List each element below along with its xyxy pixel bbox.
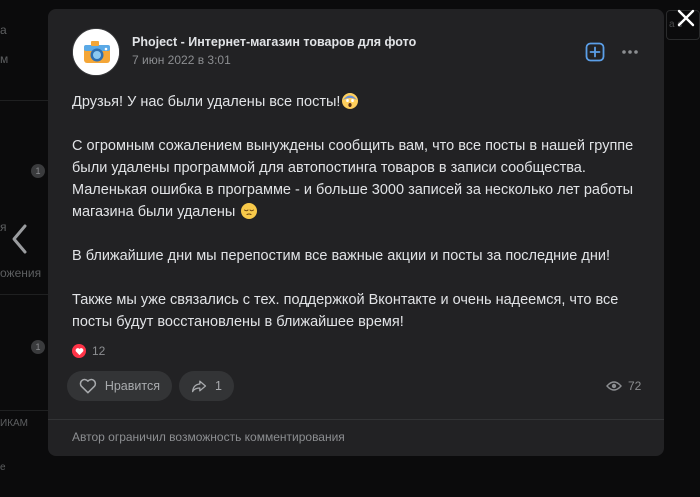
post-paragraph: С огромным сожалением вынуждены сообщить…: [72, 135, 642, 223]
post-paragraph: Друзья! У нас были удалены все посты!: [72, 91, 642, 113]
background-text-fragment: ИКАМ: [0, 418, 29, 429]
reactions-count: 12: [92, 344, 106, 358]
post-paragraph: Также мы уже связались с тех. поддержкой…: [72, 292, 619, 330]
community-name-link[interactable]: Phoject - Интернет-магазин товаров для ф…: [132, 35, 416, 49]
background-text-fragment: е: [0, 462, 6, 473]
close-icon[interactable]: [674, 6, 698, 30]
background-text-fragment: м: [0, 52, 9, 66]
background-text-fragment: я: [0, 220, 7, 234]
eye-icon: [606, 381, 622, 391]
camera-logo-icon: [73, 29, 119, 75]
like-label: Нравится: [104, 379, 160, 393]
heart-reaction-icon: [72, 344, 86, 358]
share-arrow-icon: [191, 380, 207, 393]
pensive-face-icon: [241, 203, 258, 219]
heart-outline-icon: [79, 378, 97, 394]
share-count: 1: [215, 379, 222, 393]
background-text-fragment: а: [0, 23, 7, 37]
views-count: 72: [628, 379, 642, 393]
like-button[interactable]: Нравится: [67, 371, 172, 401]
share-button[interactable]: 1: [179, 371, 234, 401]
views-counter: 72: [606, 379, 641, 393]
add-to-bookmarks-icon[interactable]: [585, 42, 605, 62]
background-counter-badge: 1: [31, 164, 45, 178]
background-counter-badge: 1: [31, 340, 45, 354]
paragraph-text: Друзья! У нас были удалены все посты!: [72, 94, 341, 110]
more-options-icon[interactable]: [620, 45, 640, 59]
post-body: Друзья! У нас были удалены все посты! С …: [72, 91, 642, 333]
post-date[interactable]: 7 июн 2022 в 3:01: [132, 53, 231, 67]
post-modal: Phoject - Интернет-магазин товаров для ф…: [48, 9, 664, 456]
reactions-summary[interactable]: 12: [72, 344, 105, 358]
comments-disabled-notice: Автор ограничил возможность комментирова…: [48, 419, 664, 456]
paragraph-text: С огромным сожалением вынуждены сообщить…: [72, 138, 634, 220]
community-avatar[interactable]: [72, 28, 120, 76]
previous-post-arrow-icon[interactable]: [8, 222, 32, 256]
background-divider: [0, 100, 48, 101]
face-screaming-icon: [342, 93, 359, 109]
background-divider: [0, 294, 48, 295]
post-paragraph: В ближайшие дни мы перепостим все важные…: [72, 248, 610, 264]
background-text-fragment: ожения: [0, 266, 42, 280]
background-divider: [0, 410, 48, 411]
